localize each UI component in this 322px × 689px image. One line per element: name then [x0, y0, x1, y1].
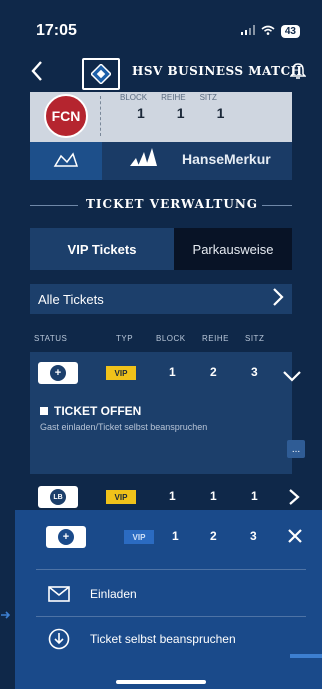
- chevron-right-icon: [272, 287, 284, 312]
- card-values: 1 1 1: [137, 105, 225, 121]
- card-divider: [100, 96, 101, 136]
- ticket-icon: +: [46, 526, 86, 548]
- scroll-indicator: [290, 654, 322, 658]
- sheet-sitz: 3: [250, 529, 257, 543]
- section-title: TICKET VERWALTUNG: [86, 197, 259, 211]
- adidas-logo-icon: [128, 146, 158, 175]
- back-arrow-icon[interactable]: [30, 60, 44, 87]
- column-header-block: BLOCK: [156, 334, 186, 343]
- ticket-block: 1: [169, 365, 176, 379]
- column-header-sitz: SITZ: [245, 334, 265, 343]
- ticket-block: 1: [169, 489, 176, 503]
- column-header-status: STATUS: [34, 334, 68, 343]
- sheet-reihe: 2: [210, 529, 217, 543]
- wifi-icon: [261, 24, 275, 38]
- divider-line: [36, 616, 306, 617]
- status-icons: 43: [240, 24, 300, 38]
- more-options-button[interactable]: ...: [287, 440, 305, 458]
- download-circle-icon: [48, 628, 70, 655]
- chevron-down-icon[interactable]: [282, 366, 302, 387]
- ticket-status-title: TICKET OFFEN: [54, 404, 142, 418]
- stadium-icon: [30, 142, 102, 180]
- invite-label: Einladen: [90, 587, 137, 601]
- ticket-sitz: 1: [251, 489, 258, 503]
- plus-icon: +: [58, 529, 74, 545]
- sponsor-name: HanseMerkur: [182, 151, 271, 167]
- chevron-right-icon[interactable]: [288, 488, 300, 511]
- status-square-icon: [40, 407, 48, 415]
- ticket-sitz: 3: [251, 365, 258, 379]
- hsv-logo-icon: [82, 58, 120, 90]
- arrow-right-icon: [0, 610, 11, 623]
- invite-action[interactable]: Einladen: [36, 582, 306, 606]
- claim-ticket-label: Ticket selbst beanspruchen: [90, 632, 236, 646]
- divider-line: [30, 205, 78, 206]
- divider-line: [36, 569, 306, 570]
- claim-ticket-action[interactable]: Ticket selbst beanspruchen: [36, 626, 306, 652]
- ticket-status-subtitle: Gast einladen/Ticket selbst beanspruchen: [40, 422, 208, 432]
- signal-icon: [240, 24, 255, 38]
- sheet-block: 1: [172, 529, 179, 543]
- page-title: HSV BUSINESS MATCH: [132, 64, 303, 78]
- close-icon[interactable]: [286, 527, 304, 550]
- battery-indicator: 43: [280, 24, 300, 38]
- vip-badge: VIP: [124, 530, 154, 544]
- filter-label: Alle Tickets: [38, 291, 104, 307]
- ticket-reihe: 2: [210, 365, 217, 379]
- mail-icon: [48, 586, 70, 607]
- ticket-icon: +: [38, 362, 78, 384]
- column-header-typ: TYP: [116, 334, 134, 343]
- club-logo: FCN: [44, 94, 88, 138]
- divider-line: [262, 205, 292, 206]
- vip-badge: VIP: [106, 490, 136, 504]
- card-headers: BLOCK REIHE SITZ: [120, 93, 217, 102]
- bell-icon[interactable]: [289, 62, 307, 85]
- club-badge: LB: [50, 489, 66, 505]
- status-time: 17:05: [36, 22, 77, 39]
- plus-icon: +: [50, 365, 66, 381]
- home-indicator[interactable]: [116, 680, 206, 684]
- ticket-icon: LB: [38, 486, 78, 508]
- ticket-status: TICKET OFFEN: [40, 404, 141, 418]
- filter-dropdown[interactable]: Alle Tickets: [30, 284, 292, 314]
- column-header-reihe: REIHE: [202, 334, 229, 343]
- tab-parkausweise[interactable]: Parkausweise: [174, 228, 292, 270]
- vip-badge: VIP: [106, 366, 136, 380]
- ticket-reihe: 1: [210, 489, 217, 503]
- tab-vip-tickets[interactable]: VIP Tickets: [30, 228, 174, 270]
